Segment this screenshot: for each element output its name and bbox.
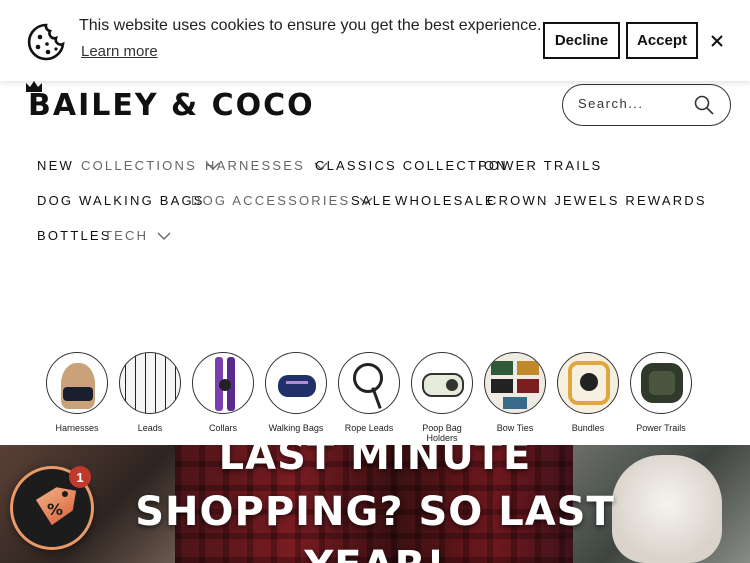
site-logo[interactable]: BAILEY & COCO [24, 78, 313, 126]
cookie-icon [27, 23, 65, 61]
category-label: Walking Bags [268, 423, 324, 433]
cookie-message: This website uses cookies to ensure you … [79, 17, 542, 34]
category-image [630, 352, 692, 414]
hero-banner[interactable]: LAST MINUTE SHOPPING? SO LAST YEAR! [0, 445, 750, 563]
cookie-banner: This website uses cookies to ensure you … [0, 0, 750, 81]
notification-count-badge: 1 [69, 466, 91, 488]
nav-bottles[interactable]: BOTTLES [37, 228, 112, 243]
category-collars[interactable]: Collars [190, 352, 256, 433]
discount-tag-icon: % [35, 487, 77, 526]
category-label: Rope Leads [344, 423, 394, 433]
nav-label: HARNESSES [205, 158, 305, 173]
category-power-trails[interactable]: Power Trails [628, 352, 694, 433]
hero-headline-line3: YEAR! [0, 543, 750, 563]
nav-label: NEW [37, 158, 74, 173]
nav-label: BOTTLES [37, 228, 112, 243]
category-image [411, 352, 473, 414]
category-image [46, 352, 108, 414]
search-box[interactable] [562, 84, 731, 126]
category-leads[interactable]: Leads [117, 352, 183, 433]
nav-new[interactable]: NEW [37, 158, 74, 173]
category-label: Collars [208, 423, 237, 433]
category-label: Leads [137, 423, 163, 433]
category-label: Power Trails [636, 423, 686, 433]
logo-text: BAILEY & COCO [28, 88, 315, 123]
category-label: Harnesses [55, 423, 99, 433]
category-bundles[interactable]: Bundles [555, 352, 621, 433]
decline-button[interactable]: Decline [543, 22, 620, 59]
nav-label: COLLECTIONS [81, 158, 197, 173]
nav-label: SALE [351, 193, 394, 208]
category-poop-bag-holders[interactable]: Poop Bag Holders [409, 352, 475, 443]
learn-more-link[interactable]: Learn more [81, 43, 158, 60]
nav-harnesses[interactable]: HARNESSES [205, 158, 328, 173]
svg-text:%: % [47, 500, 63, 519]
nav-power-trails[interactable]: POWER TRAILS [478, 158, 602, 173]
nav-label: WHOLESALE [395, 193, 496, 208]
nav-label: DOG ACCESSORIES [191, 193, 351, 208]
nav-label: CROWN JEWELS REWARDS [487, 193, 707, 208]
category-label: Poop Bag Holders [422, 423, 462, 443]
category-image [557, 352, 619, 414]
category-bow-ties[interactable]: Bow Ties [482, 352, 548, 433]
category-rope-leads[interactable]: Rope Leads [336, 352, 402, 433]
category-image [192, 352, 254, 414]
nav-label: TECH [104, 228, 149, 243]
category-harnesses[interactable]: Harnesses [44, 352, 110, 433]
nav-sale[interactable]: SALE [351, 193, 393, 208]
category-image [265, 352, 327, 414]
nav-dog-accessories[interactable]: DOG ACCESSORIES [191, 193, 373, 208]
hero-headline-line1: LAST MINUTE [218, 445, 532, 479]
category-walking-bags[interactable]: Walking Bags [263, 352, 329, 433]
category-label: Bow Ties [496, 423, 534, 433]
category-label: Bundles [571, 423, 605, 433]
category-image [338, 352, 400, 414]
close-icon[interactable] [708, 32, 726, 50]
search-input[interactable] [578, 96, 688, 111]
hero-headline-line2: SHOPPING? SO LAST [135, 489, 615, 535]
nav-tech[interactable]: TECH [104, 228, 171, 243]
nav-crown-jewels-rewards[interactable]: CROWN JEWELS REWARDS [487, 193, 707, 208]
nav-label: DOG WALKING BAGS [37, 193, 205, 208]
nav-dog-walking-bags[interactable]: DOG WALKING BAGS [37, 193, 205, 208]
nav-label: POWER TRAILS [478, 158, 603, 173]
category-image [484, 352, 546, 414]
accept-button[interactable]: Accept [626, 22, 698, 59]
search-icon[interactable] [693, 94, 715, 116]
nav-collections[interactable]: COLLECTIONS [81, 158, 220, 173]
category-image [119, 352, 181, 414]
nav-wholesale[interactable]: WHOLESALE [395, 193, 496, 208]
chevron-down-icon [157, 232, 171, 240]
